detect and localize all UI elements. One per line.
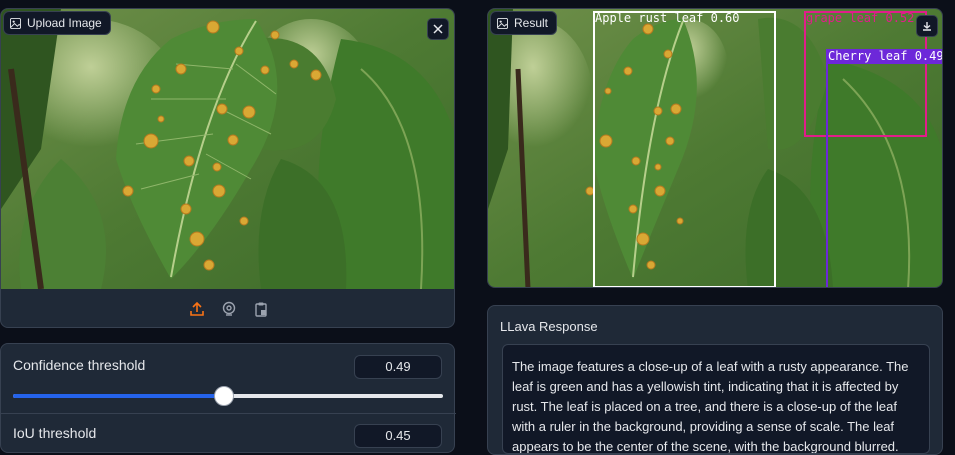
webcam-source-button[interactable] [219, 299, 239, 319]
confidence-slider-fill [13, 394, 224, 398]
image-icon [10, 17, 21, 29]
result-label: Result [490, 11, 558, 35]
upload-image-label: Upload Image [3, 11, 111, 35]
confidence-threshold-label: Confidence threshold [13, 357, 146, 373]
llava-response-panel: LLava Response The image features a clos… [487, 305, 943, 455]
download-result-button[interactable] [916, 15, 938, 37]
llava-response-title: LLava Response [500, 319, 598, 334]
upload-source-button[interactable] [187, 299, 207, 319]
detection-settings-panel: Confidence threshold 0.49 IoU threshold … [0, 343, 456, 453]
webcam-icon [222, 301, 235, 316]
detection-label-cherry-leaf: Cherry leaf 0.49 [826, 49, 942, 63]
detection-label-grape-leaf: grape leaf 0.52 [806, 11, 915, 25]
detection-box-cherry-leaf [826, 62, 942, 287]
upload-image-panel[interactable]: Upload Image [0, 8, 455, 328]
confidence-threshold-input[interactable]: 0.49 [354, 355, 442, 379]
result-image-panel: Apple rust leaf 0.60 grape leaf 0.52 Che… [487, 8, 943, 288]
confidence-slider-thumb[interactable] [213, 386, 234, 406]
confidence-threshold-slider[interactable] [13, 386, 443, 406]
upload-icon [189, 301, 204, 316]
result-label-text: Result [514, 16, 549, 30]
clipboard-icon [254, 302, 267, 317]
llava-response-textbox[interactable]: The image features a close-up of a leaf … [502, 344, 930, 454]
clear-image-button[interactable] [427, 18, 449, 40]
iou-threshold-label: IoU threshold [13, 425, 97, 441]
uploaded-leaf-image [1, 9, 454, 289]
settings-divider [1, 413, 456, 414]
iou-threshold-input[interactable]: 0.45 [354, 424, 442, 448]
clipboard-source-button[interactable] [251, 299, 271, 319]
download-icon [923, 22, 931, 31]
upload-source-toolbar [1, 289, 454, 327]
image-icon [497, 17, 508, 29]
detection-label-apple-rust-leaf: Apple rust leaf 0.60 [595, 11, 740, 25]
close-icon [433, 24, 443, 34]
detection-result-image: Apple rust leaf 0.60 grape leaf 0.52 Che… [488, 9, 942, 287]
detection-box-apple-rust-leaf [593, 11, 776, 287]
upload-image-label-text: Upload Image [27, 16, 102, 30]
